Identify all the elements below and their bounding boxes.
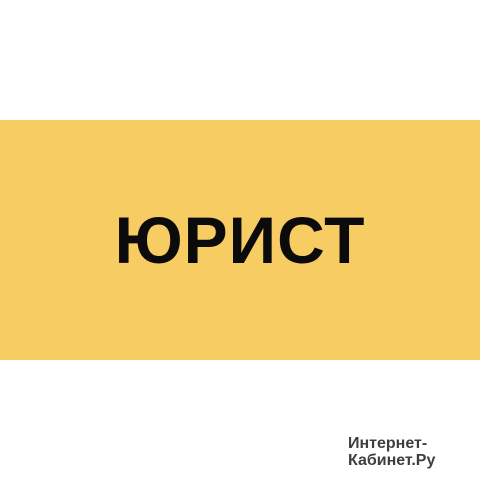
banner: ЮРИСТ [0,120,480,360]
watermark-line-1: Интернет- [348,435,428,452]
banner-title: ЮРИСТ [114,203,366,277]
watermark-logo: Интернет- Кабинет.Ру [348,435,476,469]
watermark-line-2: Кабинет.Ру [348,452,436,469]
